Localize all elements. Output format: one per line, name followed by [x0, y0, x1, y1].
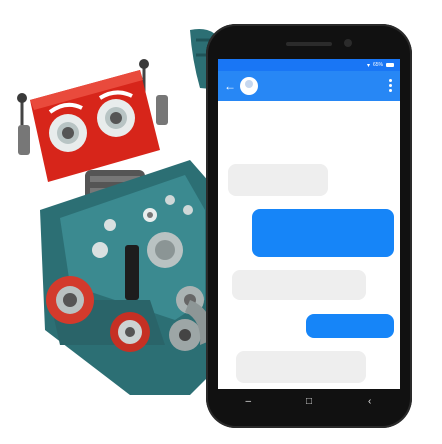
smartphone: ▾ 65% ← – □ ‹ [206, 24, 412, 428]
outgoing-message-bubble [252, 209, 394, 257]
overflow-menu-icon[interactable] [389, 79, 392, 94]
home-button[interactable]: □ [297, 397, 321, 407]
status-bar: ▾ 65% [218, 59, 400, 71]
battery-icon [386, 63, 394, 67]
incoming-message-bubble [228, 164, 328, 196]
back-arrow-icon[interactable]: ← [224, 80, 236, 92]
phone-screen: ▾ 65% ← [218, 59, 400, 389]
nav-back-button[interactable]: ‹ [358, 397, 382, 407]
outgoing-message-bubble [306, 314, 394, 338]
incoming-message-bubble [232, 270, 366, 300]
contact-avatar-icon[interactable] [240, 77, 258, 95]
chat-app-bar: ← [218, 71, 400, 101]
recent-apps-button[interactable]: – [236, 397, 260, 407]
wifi-icon: ▾ [366, 62, 370, 69]
battery-percent: 65% [372, 62, 383, 68]
phone-speaker [286, 42, 332, 46]
incoming-message-bubble [236, 351, 366, 383]
phone-camera [344, 39, 352, 47]
android-nav-bar: – □ ‹ [218, 389, 400, 415]
